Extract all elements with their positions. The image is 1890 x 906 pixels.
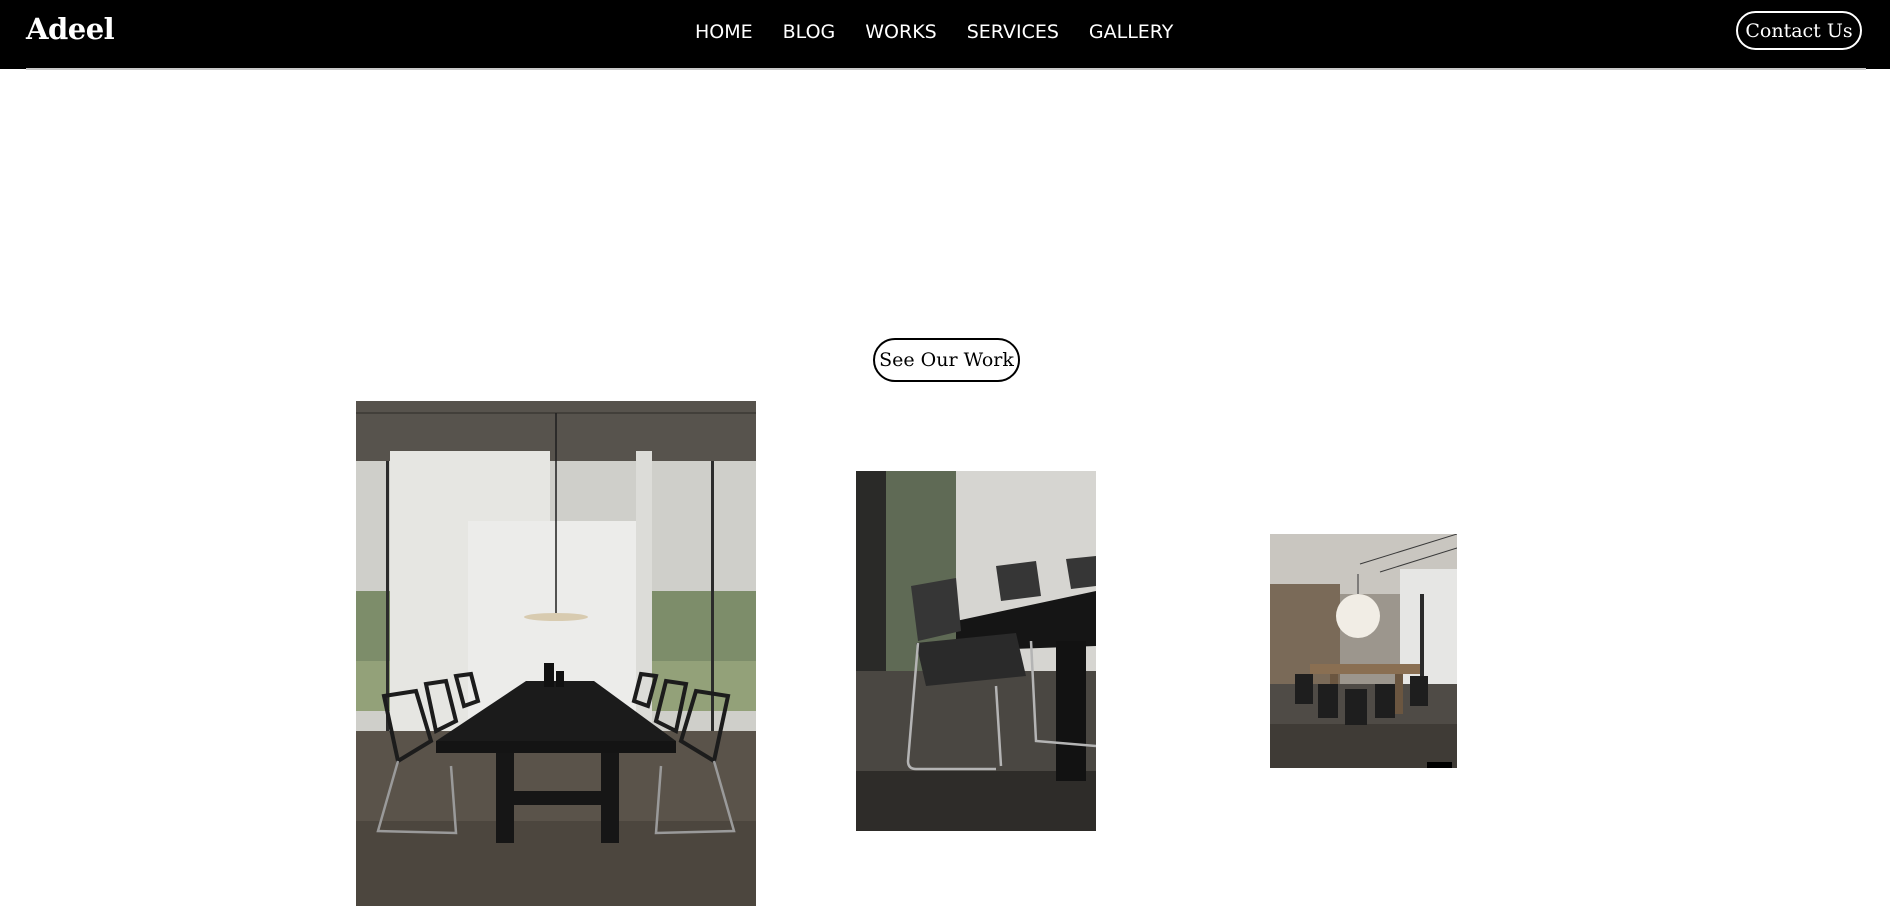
chair-closeup-photo[interactable] <box>856 471 1096 831</box>
nav-services[interactable]: SERVICES <box>952 19 1074 46</box>
logo[interactable]: Adeel <box>26 12 115 46</box>
nav-home[interactable]: HOME <box>680 19 768 46</box>
contact-us-button[interactable]: Contact Us <box>1736 11 1862 50</box>
nav-gallery[interactable]: GALLERY <box>1074 19 1189 46</box>
dining-room-photo[interactable] <box>356 401 756 906</box>
header-divider <box>26 68 1866 70</box>
nav-works[interactable]: WORKS <box>850 19 951 46</box>
main-nav: HOME BLOG WORKS SERVICES GALLERY <box>680 19 1188 46</box>
nav-blog[interactable]: BLOG <box>768 19 851 46</box>
site-header: Adeel HOME BLOG WORKS SERVICES GALLERY C… <box>0 0 1890 69</box>
see-our-work-button[interactable]: See Our Work <box>873 338 1020 382</box>
dining-room-wood-photo[interactable] <box>1270 534 1457 768</box>
